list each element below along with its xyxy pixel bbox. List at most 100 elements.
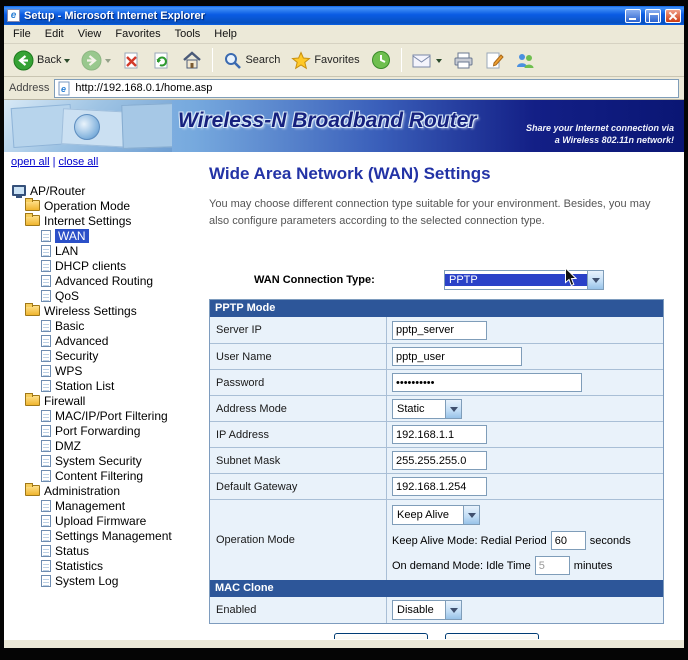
sidebar-item-wireless-settings[interactable]: Wireless Settings [25,303,201,318]
open-all-link[interactable]: open all [11,156,50,168]
sidebar-item-management[interactable]: Management [41,498,201,513]
home-button[interactable] [178,49,206,72]
on-demand-text: On demand Mode: Idle Time [392,559,531,572]
menu-file[interactable]: File [6,26,38,42]
address-mode-select[interactable]: Static [392,398,462,419]
menu-view[interactable]: View [71,26,109,42]
apply-button[interactable]: Apply [334,633,428,639]
minimize-button[interactable] [625,8,641,23]
sidebar-item-statistics[interactable]: Statistics [41,558,201,573]
mail-button[interactable] [408,50,446,71]
nav-tree: AP/Router Operation Mode Internet Settin… [11,183,201,588]
subnet-mask-label: Subnet Mask [210,448,387,474]
page-icon [41,334,51,347]
sidebar-item-root[interactable]: AP/Router [12,183,201,198]
sidebar-item-firewall[interactable]: Firewall [25,393,201,408]
idle-time-input[interactable] [534,556,570,576]
title-bar[interactable]: e Setup - Microsoft Internet Explorer [4,6,684,25]
sidebar-item-station-list[interactable]: Station List [41,378,201,393]
subnet-mask-row: Subnet Mask [210,447,663,474]
sidebar-item-content-filtering[interactable]: Content Filtering [41,468,201,483]
page-icon [41,379,51,392]
banner-title: Wireless-N Broadband Router [178,109,477,132]
router-icon [12,185,26,198]
sidebar-item-port-forwarding[interactable]: Port Forwarding [41,423,201,438]
sidebar-item-settings-management[interactable]: Settings Management [41,528,201,543]
page-icon [41,529,51,542]
user-name-input[interactable] [392,347,522,367]
search-icon [225,52,242,69]
sidebar-item-internet-settings[interactable]: Internet Settings [25,213,201,228]
mail-dropdown-icon [435,58,442,66]
cancel-button[interactable]: Cancel [445,633,539,639]
menu-tools[interactable]: Tools [168,26,208,42]
wan-type-select[interactable]: PPTP [444,270,604,291]
menu-favorites[interactable]: Favorites [108,26,167,42]
chevron-down-icon[interactable] [463,506,479,525]
sidebar-item-qos[interactable]: QoS [41,288,201,303]
stop-button[interactable] [118,49,145,72]
menu-help[interactable]: Help [207,26,244,42]
sidebar-item-dhcp-clients[interactable]: DHCP clients [41,258,201,273]
refresh-button[interactable] [148,49,175,72]
operation-mode-select[interactable]: Keep Alive [392,505,480,526]
address-label: Address [9,82,50,94]
history-button[interactable] [367,48,395,72]
sidebar-item-wps[interactable]: WPS [41,363,201,378]
sidebar-item-system-log[interactable]: System Log [41,573,201,588]
edit-button[interactable] [481,49,508,72]
chevron-down-icon[interactable] [587,271,603,290]
forward-button[interactable] [77,48,115,73]
page-icon [41,319,51,332]
sidebar-item-administration[interactable]: Administration [25,483,201,498]
sidebar-item-status[interactable]: Status [41,543,201,558]
screen-frame: e Setup - Microsoft Internet Explorer Fi… [0,0,688,660]
default-gateway-input[interactable] [392,477,487,497]
ip-address-input[interactable] [392,425,487,445]
page-icon: e [58,81,70,95]
sidebar: open all | close all AP/Router Operation… [4,152,201,639]
pptp-mode-header: PPTP Mode [210,300,663,318]
page-icon [41,574,51,587]
sidebar-item-mac-ip-port-filtering[interactable]: MAC/IP/Port Filtering [41,408,201,423]
back-dropdown-icon [64,58,71,66]
favorites-button[interactable]: Favorites [287,49,363,72]
password-input[interactable] [392,373,582,393]
sidebar-item-wan[interactable]: WAN [41,228,201,243]
sidebar-item-advanced-routing[interactable]: Advanced Routing [41,273,201,288]
toolbar-separator [212,48,214,72]
server-ip-input[interactable] [392,320,487,340]
page-title: Wide Area Network (WAN) Settings [209,164,491,183]
maximize-button[interactable] [645,8,661,23]
folder-icon [25,213,40,226]
server-ip-row: Server IP [210,317,663,344]
sidebar-item-lan[interactable]: LAN [41,243,201,258]
sidebar-item-security[interactable]: Security [41,348,201,363]
sidebar-item-dmz[interactable]: DMZ [41,438,201,453]
address-input[interactable] [75,82,675,94]
sidebar-item-operation-mode[interactable]: Operation Mode [25,198,201,213]
search-button[interactable]: Search [219,49,284,72]
mac-clone-enabled-select[interactable]: Disable [392,600,462,621]
subnet-mask-input[interactable] [392,451,487,471]
stop-icon [124,52,138,68]
messenger-button[interactable] [511,49,540,72]
back-button[interactable]: Back [9,48,74,73]
chevron-down-icon[interactable] [445,399,461,418]
close-all-link[interactable]: close all [59,156,99,168]
sidebar-item-basic[interactable]: Basic [41,318,201,333]
menu-edit[interactable]: Edit [38,26,71,42]
back-icon [13,50,34,70]
chevron-down-icon[interactable] [445,601,461,620]
edit-icon [486,52,504,68]
page-icon [41,274,51,287]
address-mode-label: Address Mode [210,396,387,422]
redial-period-input[interactable] [550,531,586,551]
sidebar-item-upload-firmware[interactable]: Upload Firmware [41,513,201,528]
page-icon [41,469,51,482]
sidebar-item-system-security[interactable]: System Security [41,453,201,468]
refresh-icon [154,52,168,68]
print-button[interactable] [449,49,478,72]
sidebar-item-advanced[interactable]: Advanced [41,333,201,348]
close-button[interactable] [665,8,681,23]
